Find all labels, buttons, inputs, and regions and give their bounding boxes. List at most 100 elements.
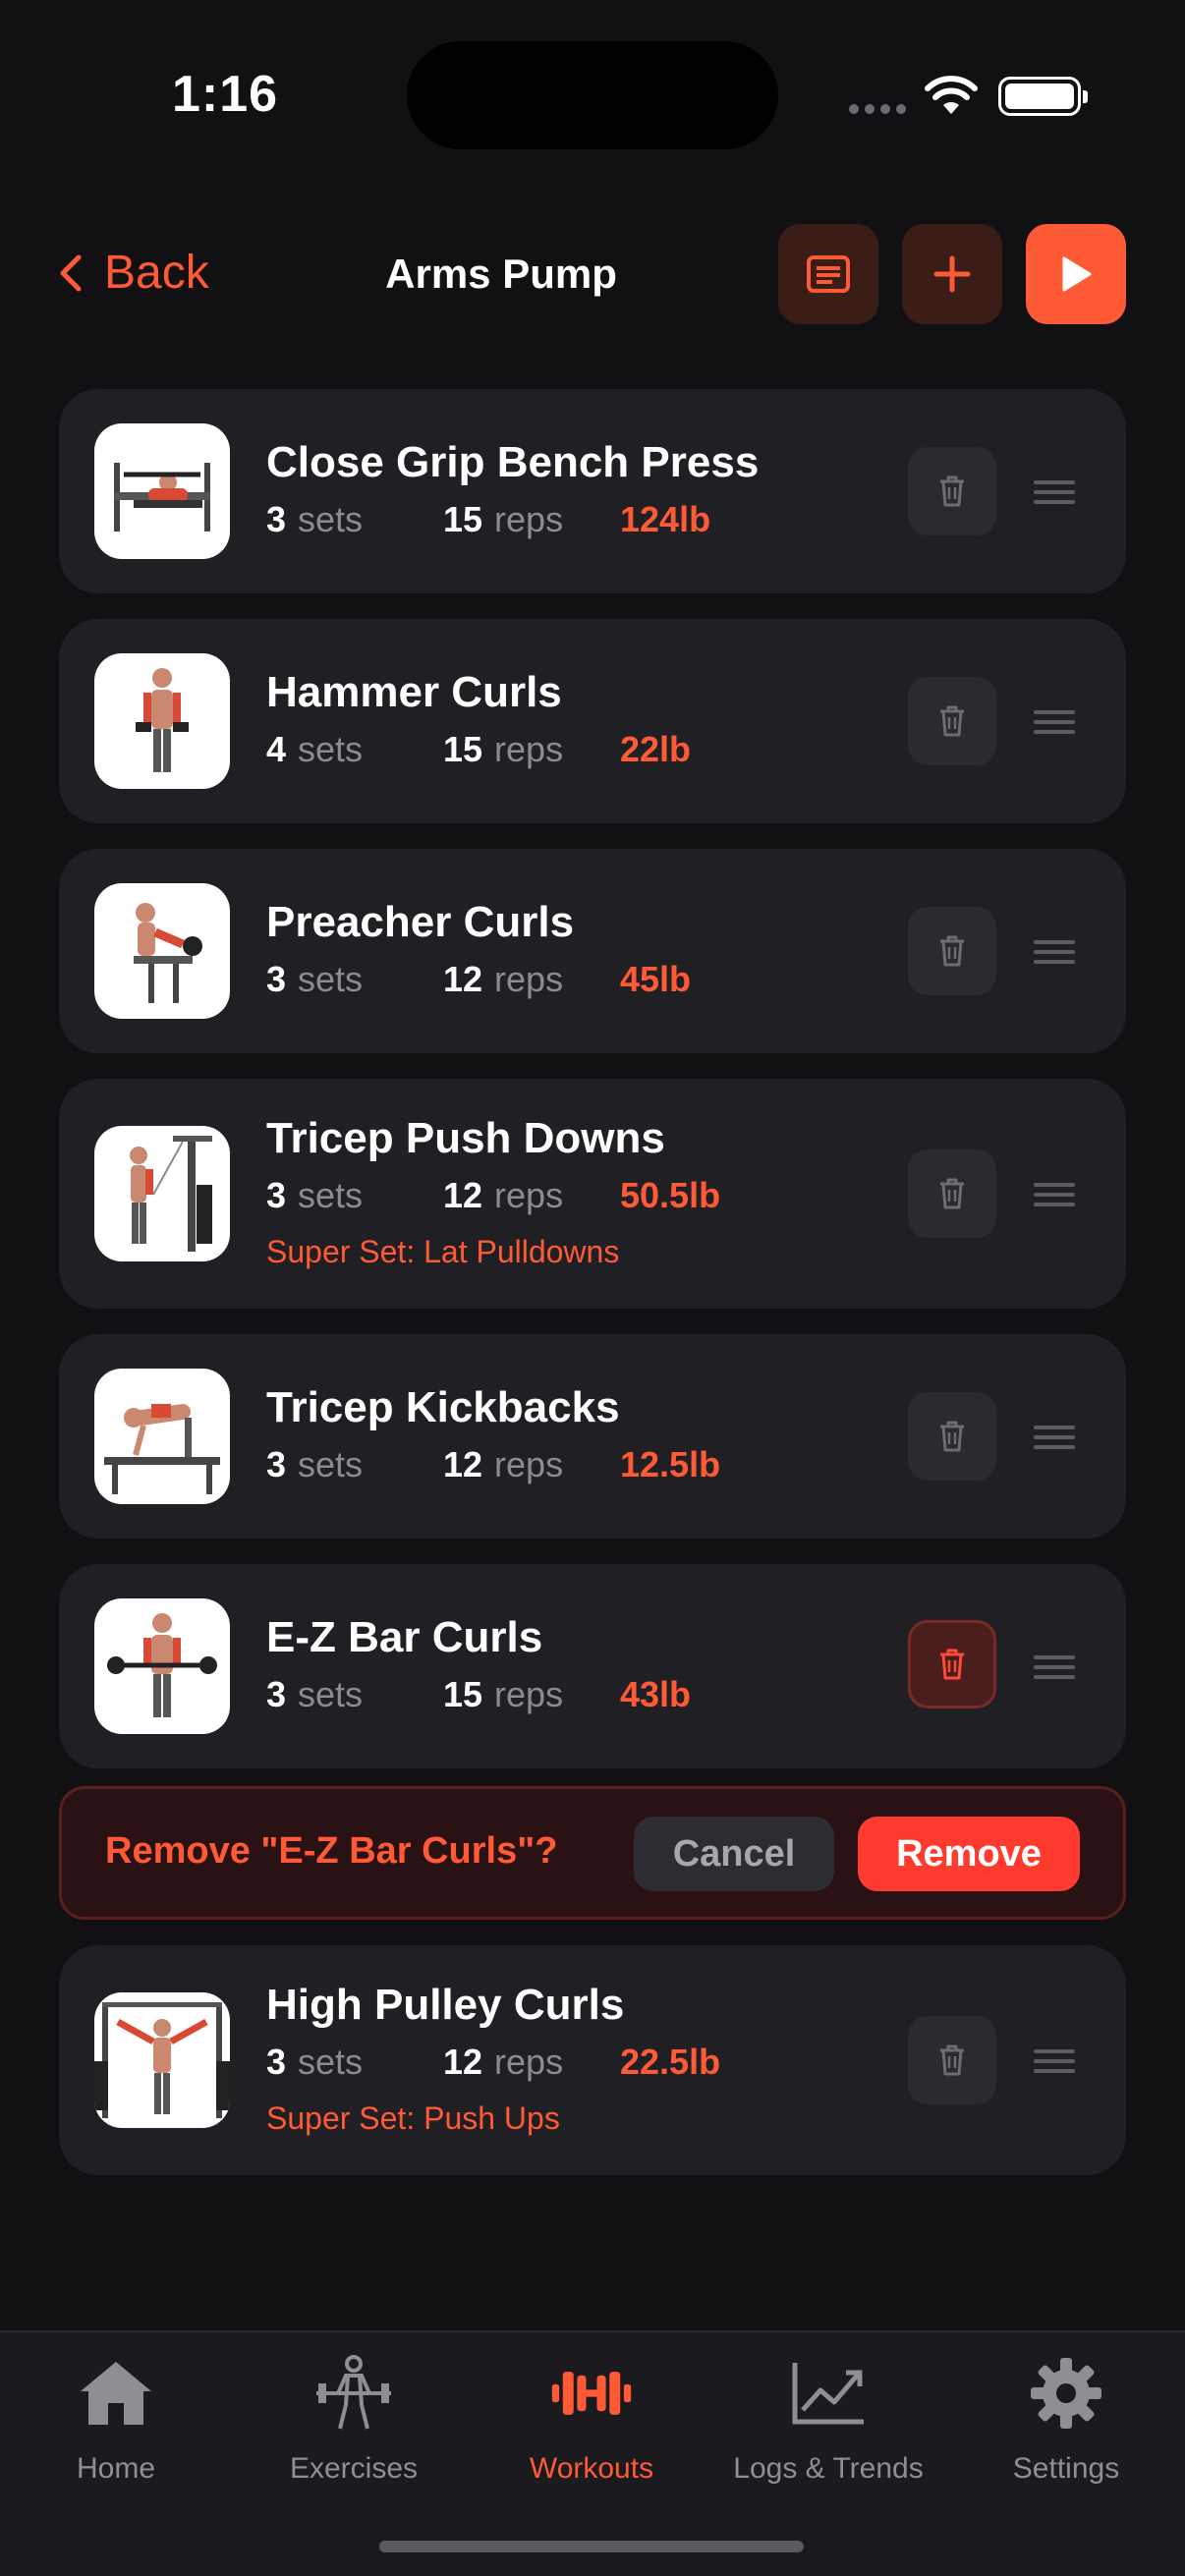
tab-label: Logs & Trends [733, 2452, 924, 2485]
sets-value: 3 [266, 1674, 287, 1714]
back-button[interactable]: Back [57, 246, 209, 300]
drag-handle-icon[interactable] [1034, 480, 1075, 504]
drag-handle-icon[interactable] [1034, 1426, 1075, 1449]
exercise-name: E-Z Bar Curls [266, 1613, 543, 1661]
exercise-card[interactable]: E-Z Bar Curls 3 sets 15 reps 43lb [59, 1564, 1126, 1768]
reps-label: reps [494, 1674, 564, 1714]
navigation-bar: Back Arms Pump [0, 216, 1185, 334]
reps-value: 15 [443, 499, 483, 539]
tab-logs-trends[interactable]: Logs & Trends [720, 2332, 936, 2490]
sets-value: 3 [266, 1444, 287, 1484]
add-exercise-button[interactable] [902, 224, 1002, 324]
notes-button[interactable] [778, 224, 878, 324]
delete-button[interactable] [908, 1149, 996, 1238]
weight-value: 22.5lb [620, 2042, 721, 2082]
trash-icon [940, 935, 964, 967]
delete-button[interactable] [908, 1392, 996, 1481]
tab-label: Exercises [289, 2452, 419, 2485]
exercise-card[interactable]: High Pulley Curls 3 sets 12 reps 22.5lb Su… [59, 1945, 1126, 2175]
dumbbell-icon [550, 2352, 633, 2435]
trash-icon [940, 1178, 964, 1209]
exercise-name: Close Grip Bench Press [266, 438, 760, 486]
tab-label: Workouts [529, 2452, 654, 2485]
drag-handle-icon[interactable] [1034, 1655, 1075, 1679]
reps-value: 15 [443, 1674, 483, 1714]
tab-exercises[interactable]: Exercises [246, 2332, 462, 2490]
delete-button[interactable] [908, 907, 996, 995]
dynamic-island [407, 41, 778, 149]
trash-icon [940, 2044, 964, 2076]
exercise-name: Tricep Kickbacks [266, 1383, 620, 1431]
weight-value: 12.5lb [620, 1444, 721, 1484]
reps-label: reps [494, 959, 564, 999]
reps-value: 12 [443, 1444, 483, 1484]
tab-label: Home [76, 2452, 156, 2485]
exercise-stats: 3 sets 15 reps 43lb [266, 1674, 691, 1715]
reps-label: reps [494, 2042, 564, 2082]
chart-icon [787, 2352, 870, 2435]
delete-button[interactable] [908, 677, 996, 765]
exercise-name: Hammer Curls [266, 668, 562, 716]
notes-icon [807, 255, 850, 293]
superset-label: Super Set: Push Ups [266, 2100, 560, 2136]
drag-handle-icon[interactable] [1034, 940, 1075, 964]
sets-label: sets [298, 2042, 364, 2082]
exercise-name: Preacher Curls [266, 898, 575, 946]
exercise-card[interactable]: Preacher Curls 3 sets 12 reps 45lb [59, 849, 1126, 1053]
reps-label: reps [494, 729, 564, 769]
tab-bar: Home Exercises Workouts Logs & Trends Se… [0, 2330, 1185, 2576]
sets-value: 3 [266, 959, 287, 999]
exercise-thumbnail [94, 883, 230, 1019]
back-label: Back [104, 247, 209, 299]
sets-label: sets [298, 1444, 364, 1484]
exercise-thumbnail [94, 1369, 230, 1504]
tab-workouts[interactable]: Workouts [483, 2332, 700, 2490]
reps-value: 12 [443, 1175, 483, 1215]
sets-label: sets [298, 1674, 364, 1714]
trash-icon [940, 705, 964, 737]
exercise-thumbnail [94, 423, 230, 559]
exercise-card[interactable]: Tricep Push Downs 3 sets 12 reps 50.5lb Su… [59, 1079, 1126, 1309]
gear-icon [1025, 2352, 1107, 2435]
delete-button[interactable] [908, 447, 996, 535]
delete-button[interactable] [908, 2016, 996, 2104]
cancel-button[interactable]: Cancel [634, 1817, 834, 1891]
start-workout-button[interactable] [1026, 224, 1126, 324]
trash-icon [940, 476, 964, 507]
reps-label: reps [494, 1175, 564, 1215]
sets-value: 3 [266, 2042, 287, 2082]
drag-handle-icon[interactable] [1034, 2049, 1075, 2073]
weight-value: 45lb [620, 959, 692, 999]
plus-icon [933, 255, 971, 293]
exercise-name: Tricep Push Downs [266, 1114, 665, 1162]
exercise-card[interactable]: Tricep Kickbacks 3 sets 12 reps 12.5lb [59, 1334, 1126, 1539]
drag-handle-icon[interactable] [1034, 710, 1075, 734]
exercise-card[interactable]: Close Grip Bench Press 3 sets 15 reps 124l… [59, 389, 1126, 593]
home-icon [75, 2352, 157, 2435]
tab-settings[interactable]: Settings [958, 2332, 1174, 2490]
reps-value: 12 [443, 959, 483, 999]
play-icon [1062, 256, 1092, 292]
reps-value: 12 [443, 2042, 483, 2082]
delete-button-active[interactable] [908, 1620, 996, 1708]
reps-label: reps [494, 1444, 564, 1484]
exercise-thumbnail [94, 1126, 230, 1261]
wifi-icon [925, 76, 978, 114]
exercise-stats: 3 sets 12 reps 50.5lb [266, 1175, 720, 1216]
remove-confirmation: Remove "E-Z Bar Curls"? Cancel Remove [59, 1786, 1126, 1920]
reps-value: 15 [443, 729, 483, 769]
weight-value: 50.5lb [620, 1175, 721, 1215]
drag-handle-icon[interactable] [1034, 1183, 1075, 1206]
sets-value: 3 [266, 1175, 287, 1215]
exercise-thumbnail [94, 1598, 230, 1734]
confirm-message: Remove "E-Z Bar Curls"? [105, 1830, 558, 1872]
exercise-stats: 3 sets 15 reps 124lb [266, 499, 710, 540]
sets-label: sets [298, 1175, 364, 1215]
exercise-card[interactable]: Hammer Curls 4 sets 15 reps 22lb [59, 619, 1126, 823]
reps-label: reps [494, 499, 564, 539]
tab-home[interactable]: Home [8, 2332, 224, 2490]
exercise-stats: 3 sets 12 reps 45lb [266, 959, 691, 1000]
cellular-signal-icon [849, 104, 906, 114]
remove-button[interactable]: Remove [858, 1817, 1080, 1891]
page-title: Arms Pump [385, 251, 617, 297]
